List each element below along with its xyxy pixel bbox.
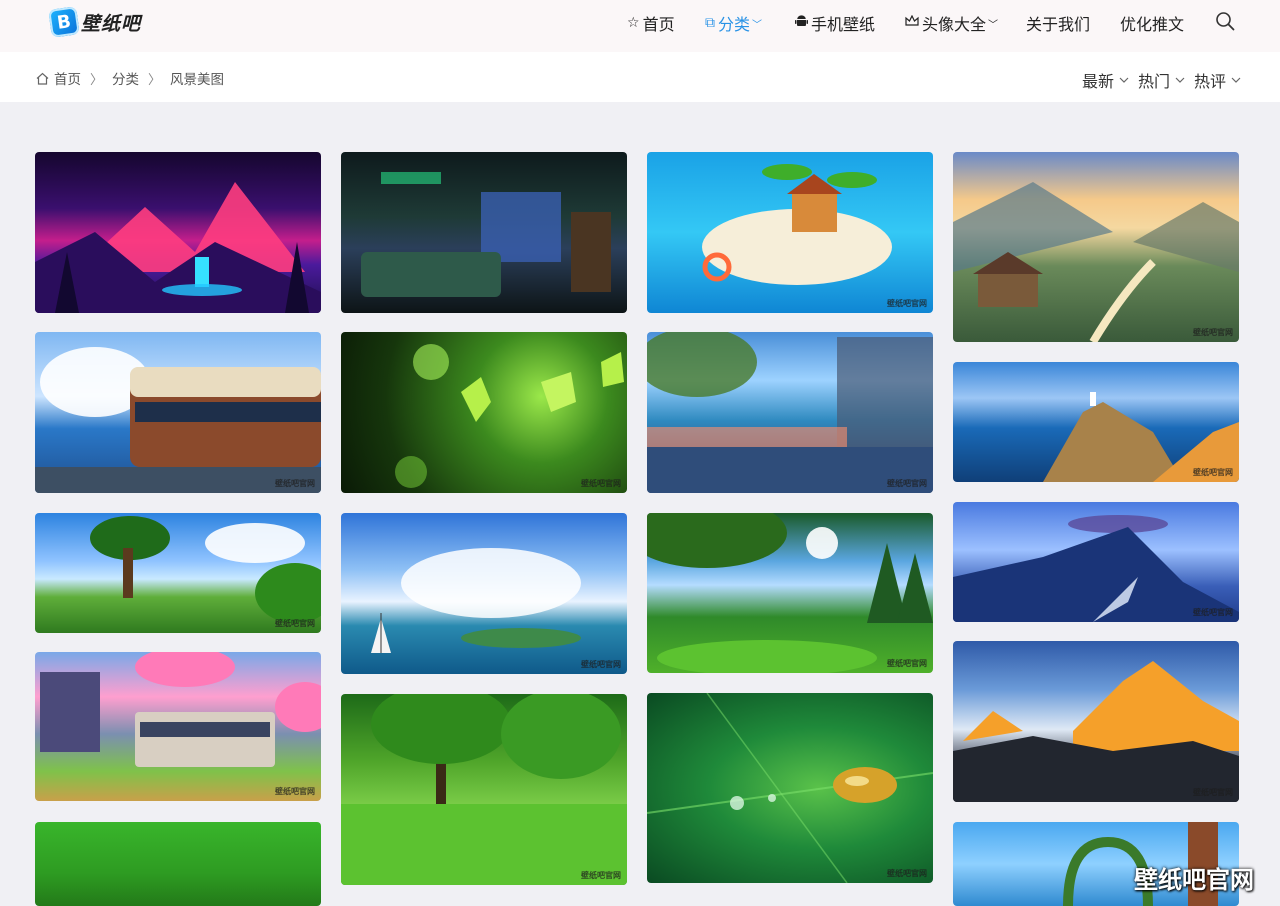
chevron-down-icon: ﹀ [988, 19, 999, 31]
copy-icon: ⧉ [705, 15, 715, 31]
nav-seo-label: 优化推文 [1120, 15, 1185, 34]
home-icon [36, 72, 49, 85]
wallpaper-image [647, 693, 933, 883]
breadcrumb-home[interactable]: 首页 [54, 68, 81, 88]
wallpaper-card[interactable]: 壁纸吧官网 [953, 152, 1239, 342]
wallpaper-card[interactable]: 壁纸吧官网 [35, 652, 321, 801]
wallpaper-card[interactable]: 壁纸吧官网 [953, 362, 1239, 482]
nav-home[interactable]: ☆ 首页 [627, 11, 675, 35]
wallpaper-card[interactable]: 壁纸吧官网 [341, 513, 627, 674]
breadcrumb-bar: 首页 〉 分类 〉 风景美图 最新 热门 热评 [0, 52, 1280, 102]
wallpaper-card[interactable]: 壁纸吧官网 [341, 694, 627, 885]
nav-avatar[interactable]: 头像大全 ﹀ [905, 11, 998, 35]
search-icon[interactable] [1215, 11, 1235, 31]
sort-latest[interactable]: 最新 [1082, 68, 1129, 92]
watermark: 壁纸吧官网 [275, 787, 315, 796]
wallpaper-image [361, 172, 611, 297]
nav-home-label: 首页 [642, 15, 675, 34]
nav-about-label: 关于我们 [1026, 15, 1091, 34]
top-header: B 壁纸吧 ☆ 首页 ⧉ 分类 ﹀ 手机壁纸 头像大全 ﹀ 关于我们 优化推文 [0, 0, 1280, 52]
wallpaper-image [953, 182, 1239, 342]
wallpaper-image [90, 516, 321, 623]
watermark: 壁纸吧官网 [887, 659, 927, 668]
nav-avatar-label: 头像大全 [922, 15, 987, 34]
logo-badge: B [48, 6, 80, 38]
watermark: 壁纸吧官网 [1193, 328, 1233, 337]
sort-latest-label: 最新 [1082, 72, 1115, 91]
site-watermark: 壁纸吧官网 [1134, 866, 1254, 894]
nav-mobile-label: 手机壁纸 [811, 15, 876, 34]
wallpaper-card[interactable] [341, 152, 627, 313]
breadcrumb: 首页 〉 分类 〉 风景美图 [36, 68, 224, 88]
wallpaper-image [371, 548, 581, 653]
nav-about[interactable]: 关于我们 [1026, 11, 1090, 35]
chevron-right-icon: 〉 [90, 72, 104, 88]
breadcrumb-current: 风景美图 [170, 72, 225, 88]
site-logo[interactable]: B 壁纸吧 [48, 6, 142, 38]
wallpaper-card[interactable]: 壁纸吧官网 [647, 693, 933, 883]
wallpaper-card[interactable]: 壁纸吧官网 [35, 513, 321, 633]
sort-hot-label: 热门 [1138, 72, 1171, 91]
chevron-down-icon [1175, 77, 1185, 83]
wallpaper-image [953, 661, 1239, 802]
watermark: 壁纸吧官网 [581, 871, 621, 880]
wallpaper-image [953, 515, 1239, 622]
watermark: 壁纸吧官网 [887, 479, 927, 488]
breadcrumb-category[interactable]: 分类 [112, 68, 139, 88]
wallpaper-image [1043, 392, 1239, 482]
wallpaper-image [647, 332, 933, 493]
watermark: 壁纸吧官网 [275, 479, 315, 488]
wallpaper-card[interactable]: 壁纸吧官网 [35, 332, 321, 493]
crown-icon [905, 14, 919, 31]
chevron-down-icon [1119, 77, 1129, 83]
sort-rating-label: 热评 [1194, 72, 1227, 91]
logo-text: 壁纸吧 [81, 12, 142, 35]
nav-category-label: 分类 [718, 15, 751, 34]
chevron-right-icon: 〉 [148, 72, 162, 88]
watermark: 壁纸吧官网 [581, 479, 621, 488]
wallpaper-card[interactable]: 壁纸吧官网 [647, 152, 933, 313]
watermark: 壁纸吧官网 [275, 619, 315, 628]
star-icon: ☆ [627, 15, 640, 31]
watermark: 壁纸吧官网 [1193, 788, 1233, 797]
wallpaper-image [702, 164, 892, 285]
sort-rating[interactable]: 热评 [1194, 68, 1241, 92]
wallpaper-image [341, 694, 627, 885]
chevron-down-icon [1231, 77, 1241, 83]
wallpaper-card[interactable]: 壁纸吧官网 [647, 332, 933, 493]
watermark: 壁纸吧官网 [1193, 608, 1233, 617]
wallpaper-card[interactable]: 壁纸吧官网 [341, 332, 627, 493]
wallpaper-image [35, 182, 321, 313]
wallpaper-card[interactable]: 壁纸吧官网 [953, 502, 1239, 622]
watermark: 壁纸吧官网 [1193, 468, 1233, 477]
nav-seo[interactable]: 优化推文 [1120, 11, 1184, 35]
wallpaper-image [647, 513, 933, 673]
wallpaper-card[interactable] [35, 822, 321, 906]
wallpaper-card[interactable]: 壁纸吧官网 [953, 641, 1239, 802]
nav-mobile-wallpaper[interactable]: 手机壁纸 [795, 11, 875, 35]
nav-category[interactable]: ⧉ 分类 ﹀ [705, 11, 762, 35]
android-icon [795, 14, 808, 32]
wallpaper-image [35, 347, 321, 493]
watermark: 壁纸吧官网 [887, 869, 927, 878]
wallpaper-image [395, 344, 624, 488]
chevron-down-icon: ﹀ [752, 19, 763, 31]
watermark: 壁纸吧官网 [887, 299, 927, 308]
wallpaper-card[interactable] [35, 152, 321, 313]
sort-hot[interactable]: 热门 [1138, 68, 1185, 92]
wallpaper-card[interactable]: 壁纸吧官网 [647, 513, 933, 673]
watermark: 壁纸吧官网 [581, 660, 621, 669]
wallpaper-image [40, 652, 321, 767]
